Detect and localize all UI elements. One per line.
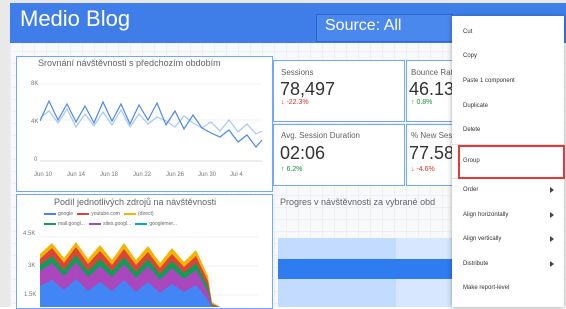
metric-label: Avg. Session Duration (281, 131, 361, 140)
y-tick-label: 4K (31, 119, 39, 125)
report-title[interactable]: Medio Blog (20, 6, 130, 32)
menu-item-label: Copy (463, 53, 478, 59)
legend-label: googlemer... (149, 221, 177, 227)
legend-label: mail.googl... (58, 221, 85, 227)
metric-delta: ↓ -4.6% (411, 166, 435, 173)
legend-label: sites.googl... (103, 221, 132, 227)
current-period-line (40, 99, 263, 148)
y-tick-label: 8K (31, 81, 39, 87)
menu-item-duplicate[interactable]: Duplicate (452, 96, 564, 120)
submenu-arrow-icon (550, 212, 554, 218)
x-tick-label: Jun 22 (133, 172, 152, 178)
sources-legend-row: mail.googl... sites.googl... googlemer..… (44, 221, 177, 227)
menu-item-align-horizontally[interactable]: Align horizontally (452, 205, 564, 229)
menu-item-label: Order (463, 187, 479, 193)
sources-chart-title: Podíl jednotlivých zdrojů na návštěvnost… (54, 197, 217, 207)
legend-swatch (124, 212, 136, 215)
submenu-arrow-icon (550, 187, 554, 193)
metric-value: 46.13 (409, 79, 455, 99)
menu-item-copy[interactable]: Copy (452, 46, 564, 70)
menu-item-order[interactable]: Order (452, 180, 564, 204)
sources-stacked-area-chart (40, 236, 258, 307)
x-tick-label: Jun 18 (100, 172, 119, 178)
y-tick-label: 0 (34, 157, 38, 163)
metric-label: Bounce Rat (411, 68, 453, 77)
menu-item-label: Make report-level (463, 285, 510, 291)
metric-value: 77.58 (409, 143, 455, 163)
metric-label: Sessions (281, 68, 314, 77)
sources-legend-row: google youtube.com (direct) (44, 211, 154, 217)
metric-delta: ↓ -22.3% (281, 99, 309, 106)
menu-item-cut[interactable]: Cut (452, 22, 564, 46)
x-tick-label: Jul 4 (230, 172, 243, 178)
legend-swatch (77, 212, 90, 215)
y-tick-label: 4.5K (23, 231, 36, 237)
trend-chart-title: Srovnání návštěvnosti s předchozím obdob… (38, 58, 221, 68)
progress-bar (278, 259, 454, 279)
menu-item-label: Align vertically (463, 236, 502, 242)
x-tick-label: Jun 26 (166, 172, 185, 178)
metric-value: 78,497 (280, 79, 336, 99)
menu-item-label: Delete (463, 127, 481, 133)
menu-item-label: Distribute (463, 261, 489, 267)
metric-label: % New Ses (411, 131, 453, 140)
legend-swatch (135, 222, 148, 225)
legend-label: youtube.com (91, 211, 120, 217)
group-highlight-box (458, 145, 565, 179)
submenu-arrow-icon (550, 261, 554, 267)
metric-delta: ↑ 6.2% (281, 166, 303, 173)
legend-swatch (44, 212, 56, 215)
progress-chart-title: Progres v návštěvnosti za vybrané obd (280, 197, 436, 207)
x-tick-label: Jun 14 (67, 172, 86, 178)
metric-delta: ↑ 0.8% (411, 99, 433, 106)
metric-value: 02:06 (280, 143, 326, 163)
y-tick-label: 3K (28, 263, 36, 269)
menu-item-label: Duplicate (463, 103, 489, 109)
menu-item-align-vertically[interactable]: Align vertically (452, 229, 564, 253)
legend-label: google (58, 211, 74, 217)
menu-item-make-report-level[interactable]: Make report-level (452, 278, 564, 302)
menu-item-delete[interactable]: Delete (452, 120, 564, 144)
legend-label: (direct) (138, 211, 154, 217)
menu-item-label: Paste 1 component (463, 78, 515, 84)
submenu-arrow-icon (550, 236, 554, 242)
menu-item-label: Align horizontally (463, 212, 509, 218)
source-filter-label: Source: All (325, 17, 402, 34)
menu-item-paste[interactable]: Paste 1 component (452, 71, 564, 95)
progress-bar-chart (278, 238, 454, 307)
legend-swatch (89, 222, 102, 225)
trend-line-chart (40, 83, 263, 162)
menu-item-label: Cut (463, 29, 473, 35)
x-tick-label: Jun 10 (34, 172, 53, 178)
legend-swatch (44, 222, 56, 225)
menu-item-distribute[interactable]: Distribute (452, 254, 564, 278)
y-tick-label: 1.5K (24, 292, 37, 298)
x-tick-label: Jun 30 (198, 172, 217, 178)
